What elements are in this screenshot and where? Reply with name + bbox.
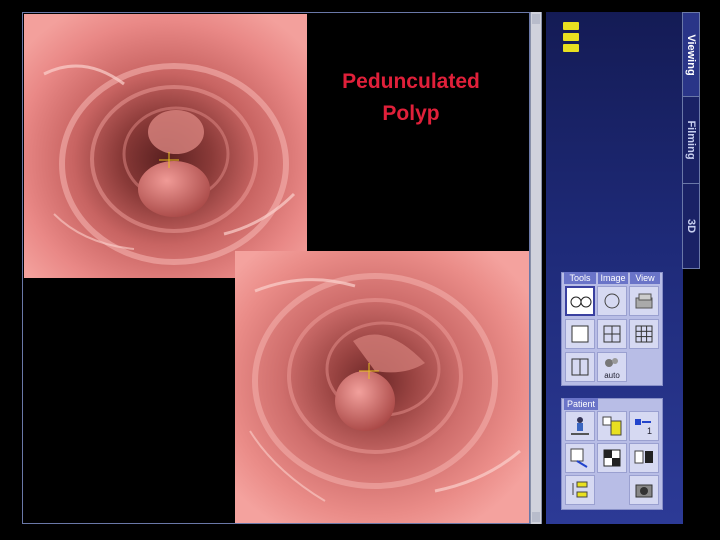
- patient-person-icon: [571, 417, 589, 435]
- patient-info-button[interactable]: [565, 411, 595, 441]
- face-view-icon: [604, 293, 620, 309]
- volume-stack-button[interactable]: [629, 286, 659, 316]
- volume-stack-icon: [635, 293, 653, 309]
- auto-layout-icon: [605, 358, 618, 367]
- patient-history-icon: [602, 416, 622, 436]
- image-viewer[interactable]: Pedunculated Polyp: [22, 12, 530, 524]
- layout-2x2-icon: [603, 325, 621, 343]
- tab-viewing[interactable]: Viewing: [682, 12, 700, 97]
- auto-layout-button[interactable]: auto: [597, 352, 627, 382]
- layout-3x3-icon: [635, 325, 653, 343]
- dual-fly-view-icon: [570, 296, 592, 308]
- patient-grid-button[interactable]: [597, 443, 627, 473]
- tools-box: Tools Image View auto: [561, 272, 663, 386]
- tab-filming[interactable]: Filming: [682, 96, 700, 184]
- layout-1x1-icon: [571, 325, 589, 343]
- scroll-up-arrow-icon[interactable]: [532, 14, 540, 24]
- folder-tree-icon: [572, 481, 588, 498]
- patient-folder-button[interactable]: [565, 475, 595, 505]
- dual-fly-view-button[interactable]: [565, 286, 595, 316]
- patient-camera-button[interactable]: [629, 475, 659, 505]
- patient-history-button[interactable]: [597, 411, 627, 441]
- folder-icon[interactable]: [563, 22, 579, 30]
- layout-1x1-button[interactable]: [565, 319, 595, 349]
- layout-2x2-button[interactable]: [597, 319, 627, 349]
- camera-icon: [635, 484, 653, 498]
- layout-3x3-button[interactable]: [629, 319, 659, 349]
- patient-import-button[interactable]: [565, 443, 595, 473]
- checker-grid-icon: [603, 449, 621, 467]
- patient-box: Patient 1: [561, 398, 663, 510]
- patient-export-button[interactable]: [629, 443, 659, 473]
- patient-transfer-button[interactable]: 1: [629, 411, 659, 441]
- scroll-down-arrow-icon[interactable]: [532, 512, 540, 522]
- folder-icon[interactable]: [563, 33, 579, 41]
- auto-label: auto: [604, 371, 620, 380]
- endoscopic-view-1[interactable]: [24, 14, 307, 278]
- layout-1x2-icon: [571, 358, 589, 376]
- export-icon: [634, 450, 653, 464]
- series-folders[interactable]: [563, 22, 579, 55]
- polyp-1: [138, 161, 210, 217]
- vertical-scrollbar[interactable]: [530, 12, 542, 524]
- folder-icon[interactable]: [563, 44, 579, 52]
- endoscopic-view-2[interactable]: [235, 251, 529, 523]
- tab-view[interactable]: View: [630, 272, 660, 284]
- face-view-button[interactable]: [597, 286, 627, 316]
- tab-image[interactable]: Image: [598, 272, 628, 284]
- annotation-line-2: Polyp: [382, 102, 440, 125]
- annotation-line-1: Pedunculated: [342, 70, 480, 93]
- transfer-arrow-icon: 1: [635, 419, 652, 436]
- layout-1x2-button[interactable]: [565, 352, 595, 382]
- import-icon: [570, 448, 588, 468]
- tab-tools[interactable]: Tools: [564, 272, 596, 284]
- tab-3d[interactable]: 3D: [682, 183, 700, 269]
- svg-text:1: 1: [647, 426, 652, 436]
- polyp-2: [335, 371, 395, 431]
- tab-patient[interactable]: Patient: [564, 398, 598, 410]
